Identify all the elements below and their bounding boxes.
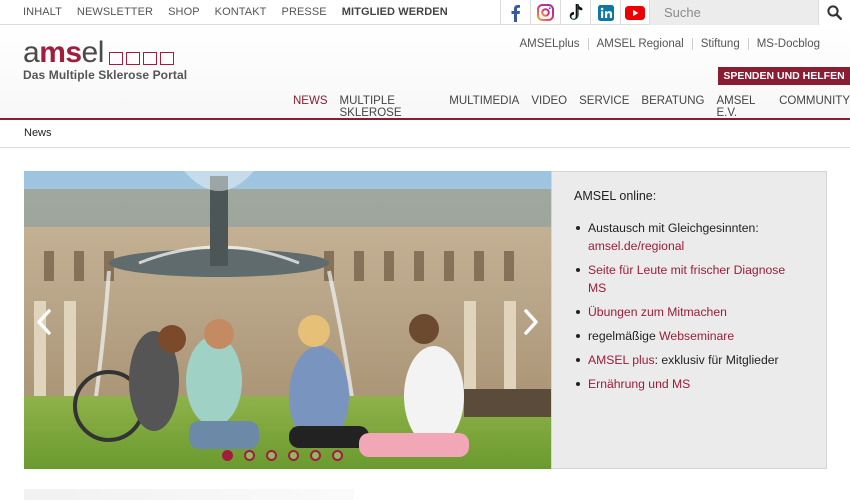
instagram-icon[interactable] xyxy=(530,0,560,25)
amsel-online-box: AMSEL online: Austausch mit Gleichgesinn… xyxy=(551,171,827,469)
slider-dot-6[interactable] xyxy=(332,450,343,461)
infobox-title: AMSEL online: xyxy=(574,189,657,203)
logo-wordmark: a ms el xyxy=(23,36,187,69)
link-amsel-regional[interactable]: AMSEL Regional xyxy=(587,38,692,50)
link-nutrition-ms[interactable]: Ernährung und MS xyxy=(588,377,690,391)
link-amselplus[interactable]: AMSELplus xyxy=(511,38,587,50)
image-slider xyxy=(24,171,551,469)
link-ms-docblog[interactable]: MS-Docblog xyxy=(747,38,828,50)
donate-button[interactable]: SPENDEN UND HELFEN xyxy=(718,67,850,85)
social-links xyxy=(500,0,650,25)
secondary-links: AMSELplus AMSEL Regional Stiftung MS-Doc… xyxy=(511,38,828,50)
search-icon[interactable] xyxy=(818,0,850,25)
facebook-icon[interactable] xyxy=(500,0,530,25)
slider-next-arrow-icon[interactable] xyxy=(519,307,543,337)
logo-subtitle: Das Multiple Sklerose Portal xyxy=(23,68,188,82)
content-divider xyxy=(24,489,354,500)
link-amsel-regional-page[interactable]: amsel.de/regional xyxy=(588,239,684,253)
link-newsletter[interactable]: NEWSLETTER xyxy=(77,6,153,18)
infobox-list: Austausch mit Gleichgesinnten: amsel.de/… xyxy=(574,219,804,393)
link-inhalt[interactable]: INHALT xyxy=(23,6,62,18)
list-item: Übungen zum Mitmachen xyxy=(574,303,804,321)
link-new-diagnosis[interactable]: Seite für Leute mit frischer Diagnose MS xyxy=(588,263,785,295)
site-header: a ms el Das Multiple Sklerose Portal AMSEL… xyxy=(0,25,850,128)
linkedin-icon[interactable] xyxy=(590,0,620,25)
link-exercises[interactable]: Übungen zum Mitmachen xyxy=(588,305,727,319)
utility-links: INHALT NEWSLETTER SHOP KONTAKT PRESSE MI… xyxy=(23,0,463,24)
link-presse[interactable]: PRESSE xyxy=(282,6,327,18)
top-bar: INHALT NEWSLETTER SHOP KONTAKT PRESSE MI… xyxy=(0,0,850,25)
list-item: regelmäßige Webseminare xyxy=(574,327,804,345)
breadcrumb-current: News xyxy=(24,127,52,139)
list-item: Seite für Leute mit frischer Diagnose MS xyxy=(574,261,804,297)
logo-part-a: a xyxy=(23,36,40,69)
list-item: Ernährung und MS xyxy=(574,375,804,393)
slider-dot-2[interactable] xyxy=(244,450,255,461)
slider-dot-4[interactable] xyxy=(288,450,299,461)
list-item: Austausch mit Gleichgesinnten: amsel.de/… xyxy=(574,219,804,255)
slide-photo xyxy=(24,171,551,469)
logo-part-el: el xyxy=(81,36,105,69)
link-shop[interactable]: SHOP xyxy=(168,6,200,18)
link-kontakt[interactable]: KONTAKT xyxy=(215,6,267,18)
link-mitglied-werden[interactable]: MITGLIED WERDEN xyxy=(342,6,448,18)
link-amsel-plus[interactable]: AMSEL plus xyxy=(588,353,655,367)
link-stiftung[interactable]: Stiftung xyxy=(691,38,748,50)
list-item: AMSEL plus: exklusiv für Mitglieder xyxy=(574,351,804,369)
youtube-icon[interactable] xyxy=(620,0,650,25)
item-text: : exklusiv für Mitglieder xyxy=(654,353,779,367)
slider-dots xyxy=(222,450,343,461)
logo-squares-icon xyxy=(108,52,174,65)
slider-prev-arrow-icon[interactable] xyxy=(32,307,56,337)
breadcrumb: News xyxy=(0,121,850,148)
main-content: AMSEL online: Austausch mit Gleichgesinn… xyxy=(0,148,850,500)
amsel-logo[interactable]: a ms el Das Multiple Sklerose Portal xyxy=(23,36,188,83)
item-text: regelmäßige xyxy=(588,329,660,343)
item-text: Austausch mit Gleichgesinnten: xyxy=(588,221,759,235)
logo-part-ms: ms xyxy=(39,36,82,69)
slider-dot-3[interactable] xyxy=(266,450,277,461)
tiktok-icon[interactable] xyxy=(560,0,590,25)
search-input[interactable] xyxy=(650,0,818,25)
slider-dot-5[interactable] xyxy=(310,450,321,461)
link-webseminare[interactable]: Webseminare xyxy=(659,329,734,343)
slider-dot-1[interactable] xyxy=(222,450,233,461)
